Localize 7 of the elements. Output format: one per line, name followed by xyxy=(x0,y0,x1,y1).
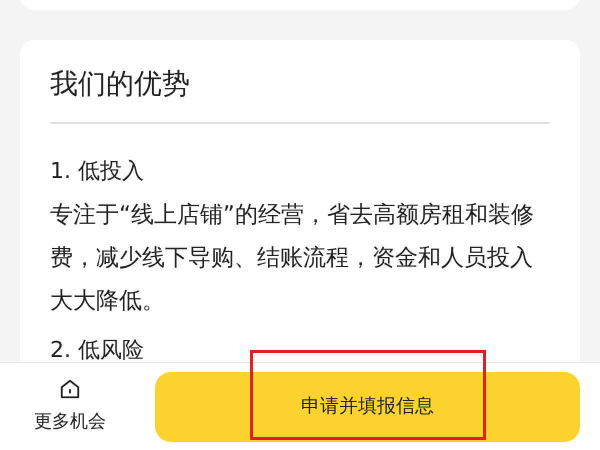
home-icon xyxy=(59,378,81,400)
item-description: 专注于“线上店铺”的经营，省去高额房租和装修费，减少线下导购、结账流程，资金和人员投入大大降低。 xyxy=(50,201,535,316)
item-heading: 2. 低风险 xyxy=(50,337,145,365)
item-heading: 1. 低投入 xyxy=(50,158,145,186)
more-opportunities-button[interactable]: 更多机会 xyxy=(0,378,140,435)
apply-button[interactable]: 申请并填报信息 xyxy=(155,372,580,442)
section-title: 我们的优势 xyxy=(50,66,191,102)
